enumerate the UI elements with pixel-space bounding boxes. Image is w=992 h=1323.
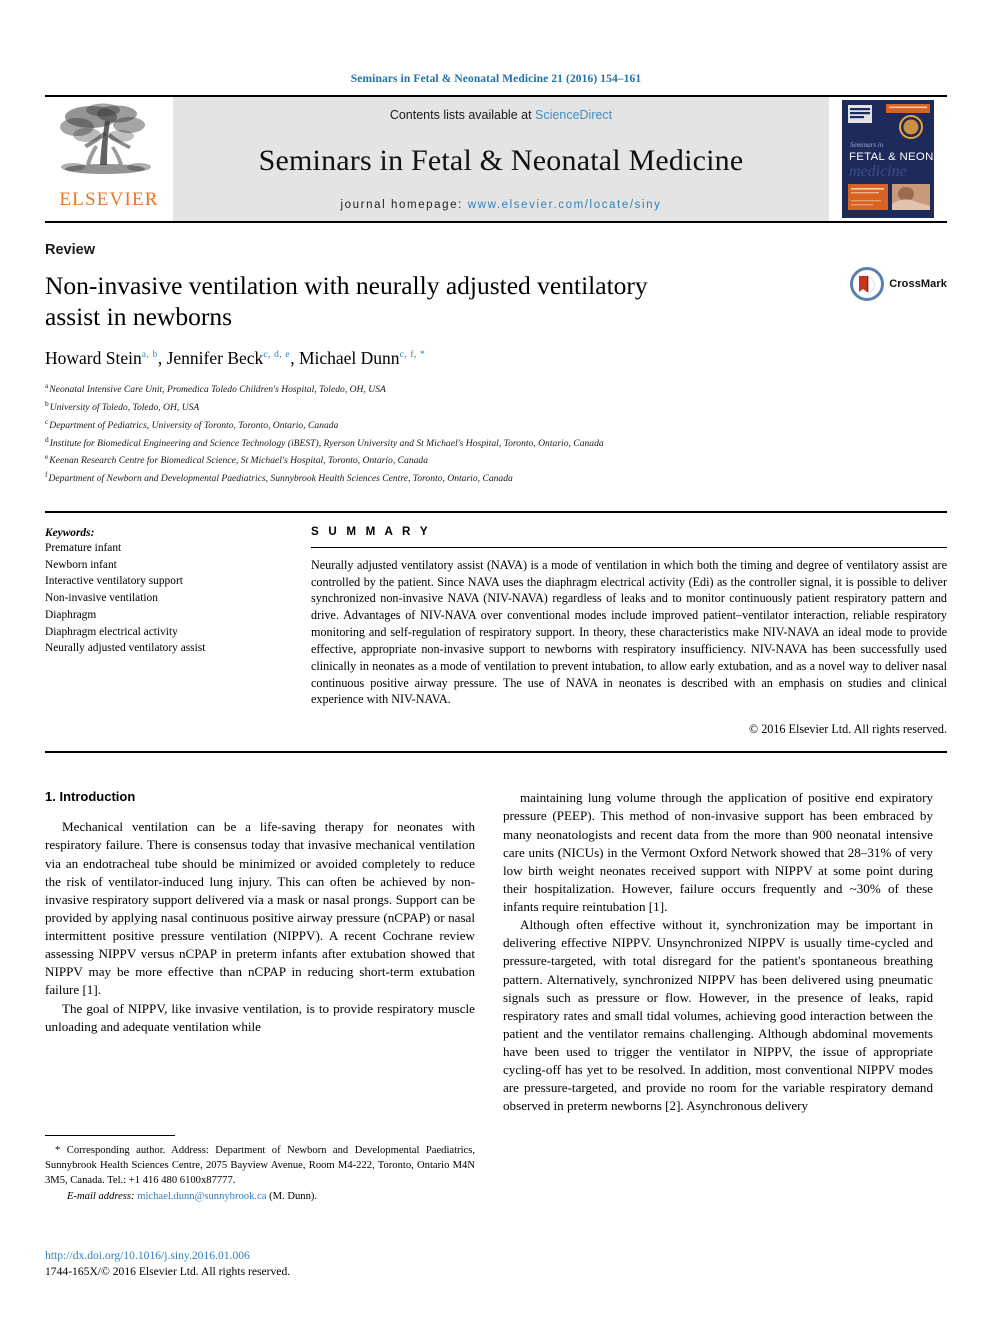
svg-text:FETAL & NEONATAL: FETAL & NEONATAL: [849, 151, 934, 163]
homepage-url-link[interactable]: www.elsevier.com/locate/siny: [468, 199, 662, 211]
journal-band: Contents lists available at ScienceDirec…: [173, 97, 829, 221]
summary-copyright: © 2016 Elsevier Ltd. All rights reserved…: [748, 722, 947, 737]
affiliation-item: bUniversity of Toledo, Toledo, OH, USA: [45, 398, 947, 416]
email-label: E-mail address:: [67, 1191, 135, 1203]
footnote-block: * Corresponding author. Address: Departm…: [45, 1135, 475, 1204]
affiliation-text: Department of Newborn and Developmental …: [48, 473, 513, 485]
affiliation-item: dInstitute for Biomedical Engineering an…: [45, 434, 947, 452]
author-name: Jennifer Beck: [166, 348, 264, 369]
affiliation-mark: c: [45, 416, 49, 426]
page-title: Non-invasive ventilation with neurally a…: [45, 271, 648, 332]
svg-text:medicine: medicine: [849, 163, 907, 180]
keyword-item: Interactive ventilatory support: [45, 575, 183, 588]
paragraph: Although often effective without it, syn…: [503, 917, 933, 1114]
keywords-list: Premature infant Newborn infant Interact…: [45, 540, 289, 657]
keyword-item: Diaphragm: [45, 608, 97, 621]
journal-cover-thumbnail: Seminars in FETAL & NEONATAL medicine: [829, 97, 947, 221]
affiliation-mark: b: [45, 398, 49, 408]
author-name: Michael Dunn: [298, 348, 400, 369]
affiliation-text: Neonatal Intensive Care Unit, Promedica …: [49, 384, 386, 396]
author-affil-marks: c, d, e: [263, 350, 291, 361]
contents-prefix: Contents lists available at: [389, 108, 532, 122]
doi-block: http://dx.doi.org/10.1016/j.siny.2016.01…: [45, 1248, 475, 1280]
affiliation-mark: d: [45, 434, 49, 444]
footnote-divider: [45, 1135, 175, 1136]
article-type-label: Review: [45, 242, 95, 258]
issn-copyright-line: 1744-165X/© 2016 Elsevier Ltd. All right…: [45, 1265, 291, 1279]
journal-masthead: ELSEVIER Contents lists available at Sci…: [45, 95, 947, 223]
affiliation-item: eKeenan Research Centre for Biomedical S…: [45, 451, 947, 469]
summary-text: Neurally adjusted ventilatory assist (NA…: [311, 557, 947, 707]
affiliation-text: University of Toledo, Toledo, OH, USA: [49, 402, 200, 414]
affiliation-item: aNeonatal Intensive Care Unit, Promedica…: [45, 380, 947, 398]
corresponding-author-note: * Corresponding author. Address: Departm…: [45, 1145, 475, 1187]
sciencedirect-link[interactable]: ScienceDirect: [535, 108, 612, 122]
affiliation-item: cDepartment of Pediatrics, University of…: [45, 416, 947, 434]
affiliation-mark: a: [45, 381, 49, 391]
keyword-item: Newborn infant: [45, 558, 117, 571]
paragraph: The goal of NIPPV, like invasive ventila…: [45, 1000, 475, 1034]
author-list: Howard Steina, b, Jennifer Beckc, d, e, …: [45, 348, 426, 369]
keyword-item: Diaphragm electrical activity: [45, 625, 178, 638]
keyword-item: Premature infant: [45, 541, 122, 554]
affiliation-item: fDepartment of Newborn and Developmental…: [45, 469, 947, 487]
keyword-item: Neurally adjusted ventilatory assist: [45, 642, 206, 655]
contents-available-line: Contents lists available at ScienceDirec…: [390, 108, 612, 122]
section-heading-introduction: 1. Introduction: [45, 789, 136, 805]
affiliation-text: Keenan Research Centre for Biomedical Sc…: [49, 455, 429, 467]
svg-text:Seminars in: Seminars in: [850, 141, 884, 149]
journal-homepage-line: journal homepage: www.elsevier.com/locat…: [341, 199, 662, 211]
author-affil-marks: a, b: [141, 350, 158, 361]
crossmark-icon: [850, 267, 885, 301]
running-head: Seminars in Fetal & Neonatal Medicine 21…: [350, 73, 642, 85]
keyword-item: Non-invasive ventilation: [45, 592, 158, 605]
journal-title: Seminars in Fetal & Neonatal Medicine: [258, 144, 744, 177]
cover-image-icon: Seminars in FETAL & NEONATAL medicine: [842, 100, 934, 218]
author-affil-marks: c, f, *: [399, 350, 426, 361]
keywords-column: Keywords: Premature infant Newborn infan…: [45, 513, 289, 737]
affiliation-text: Institute for Biomedical Engineering and…: [49, 437, 604, 449]
crossmark-label: CrossMark: [889, 278, 947, 290]
elsevier-logo: ELSEVIER: [45, 97, 173, 221]
paper-page: Seminars in Fetal & Neonatal Medicine 21…: [0, 0, 992, 1323]
affiliation-mark: e: [45, 452, 49, 462]
article-header: Review Non-invasive ventilation with neu…: [45, 242, 947, 487]
left-column: 1. Introduction Mechanical ventilation c…: [45, 789, 475, 1115]
email-suffix: (M. Dunn).: [269, 1191, 318, 1203]
keywords-heading: Keywords:: [45, 526, 95, 539]
elsevier-tree-icon: [60, 103, 151, 174]
elsevier-wordmark: ELSEVIER: [59, 189, 159, 210]
paragraph: Mechanical ventilation can be a life-sav…: [45, 819, 475, 998]
affiliation-list: aNeonatal Intensive Care Unit, Promedica…: [45, 380, 947, 487]
abstract-block: Keywords: Premature infant Newborn infan…: [45, 510, 947, 754]
affiliation-text: Department of Pediatrics, University of …: [49, 419, 339, 431]
summary-divider: [311, 546, 947, 548]
author-name: Howard Stein: [45, 348, 142, 369]
right-column: maintaining lung volume through the appl…: [503, 789, 933, 1115]
email-link[interactable]: michael.dunn@sunnybrook.ca: [137, 1191, 266, 1202]
summary-heading: S U M M A R Y: [311, 524, 431, 538]
email-note: E-mail address: michael.dunn@sunnybrook.…: [45, 1189, 475, 1204]
homepage-label: journal homepage:: [340, 199, 463, 211]
body-columns: 1. Introduction Mechanical ventilation c…: [45, 789, 947, 1115]
doi-link[interactable]: http://dx.doi.org/10.1016/j.siny.2016.01…: [45, 1248, 475, 1264]
paragraph: maintaining lung volume through the appl…: [503, 790, 933, 915]
summary-column: S U M M A R Y Neurally adjusted ventilat…: [311, 513, 947, 737]
crossmark-badge[interactable]: CrossMark: [850, 267, 947, 301]
